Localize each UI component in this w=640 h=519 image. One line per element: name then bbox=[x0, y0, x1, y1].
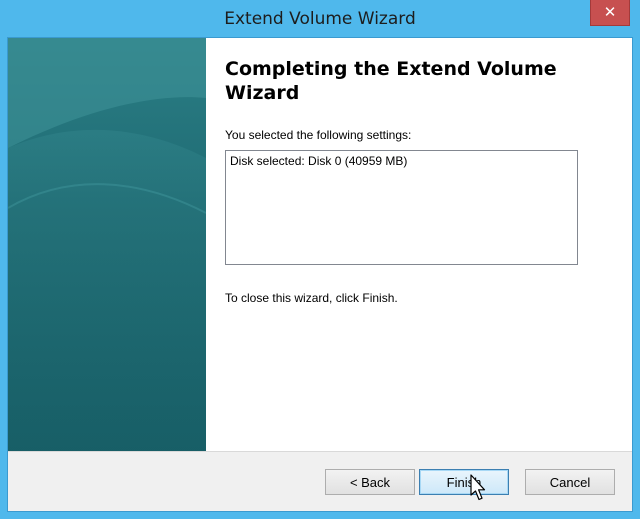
close-icon: ✕ bbox=[603, 3, 617, 21]
wizard-content: Completing the Extend Volume Wizard You … bbox=[206, 38, 632, 451]
close-instruction: To close this wizard, click Finish. bbox=[225, 291, 398, 305]
side-panel-art bbox=[8, 38, 206, 451]
window-title: Extend Volume Wizard bbox=[224, 9, 416, 29]
back-button[interactable]: < Back bbox=[325, 469, 415, 495]
wizard-side-graphic bbox=[8, 38, 206, 451]
wizard-body: Completing the Extend Volume Wizard You … bbox=[8, 38, 632, 511]
cancel-button[interactable]: Cancel bbox=[525, 469, 615, 495]
settings-label: You selected the following settings: bbox=[225, 128, 412, 142]
mouse-pointer-icon bbox=[470, 474, 486, 501]
settings-line: Disk selected: Disk 0 (40959 MB) bbox=[230, 154, 408, 168]
wizard-window: Extend Volume Wizard ✕ Completing the Ex… bbox=[0, 0, 640, 519]
finish-button[interactable]: Finish bbox=[419, 469, 509, 495]
close-button[interactable]: ✕ bbox=[590, 0, 630, 26]
settings-textbox[interactable]: Disk selected: Disk 0 (40959 MB) bbox=[225, 150, 578, 265]
button-bar: < Back Finish Cancel bbox=[8, 451, 632, 511]
page-title: Completing the Extend Volume Wizard bbox=[225, 58, 557, 104]
title-bar[interactable]: Extend Volume Wizard ✕ bbox=[0, 0, 640, 38]
